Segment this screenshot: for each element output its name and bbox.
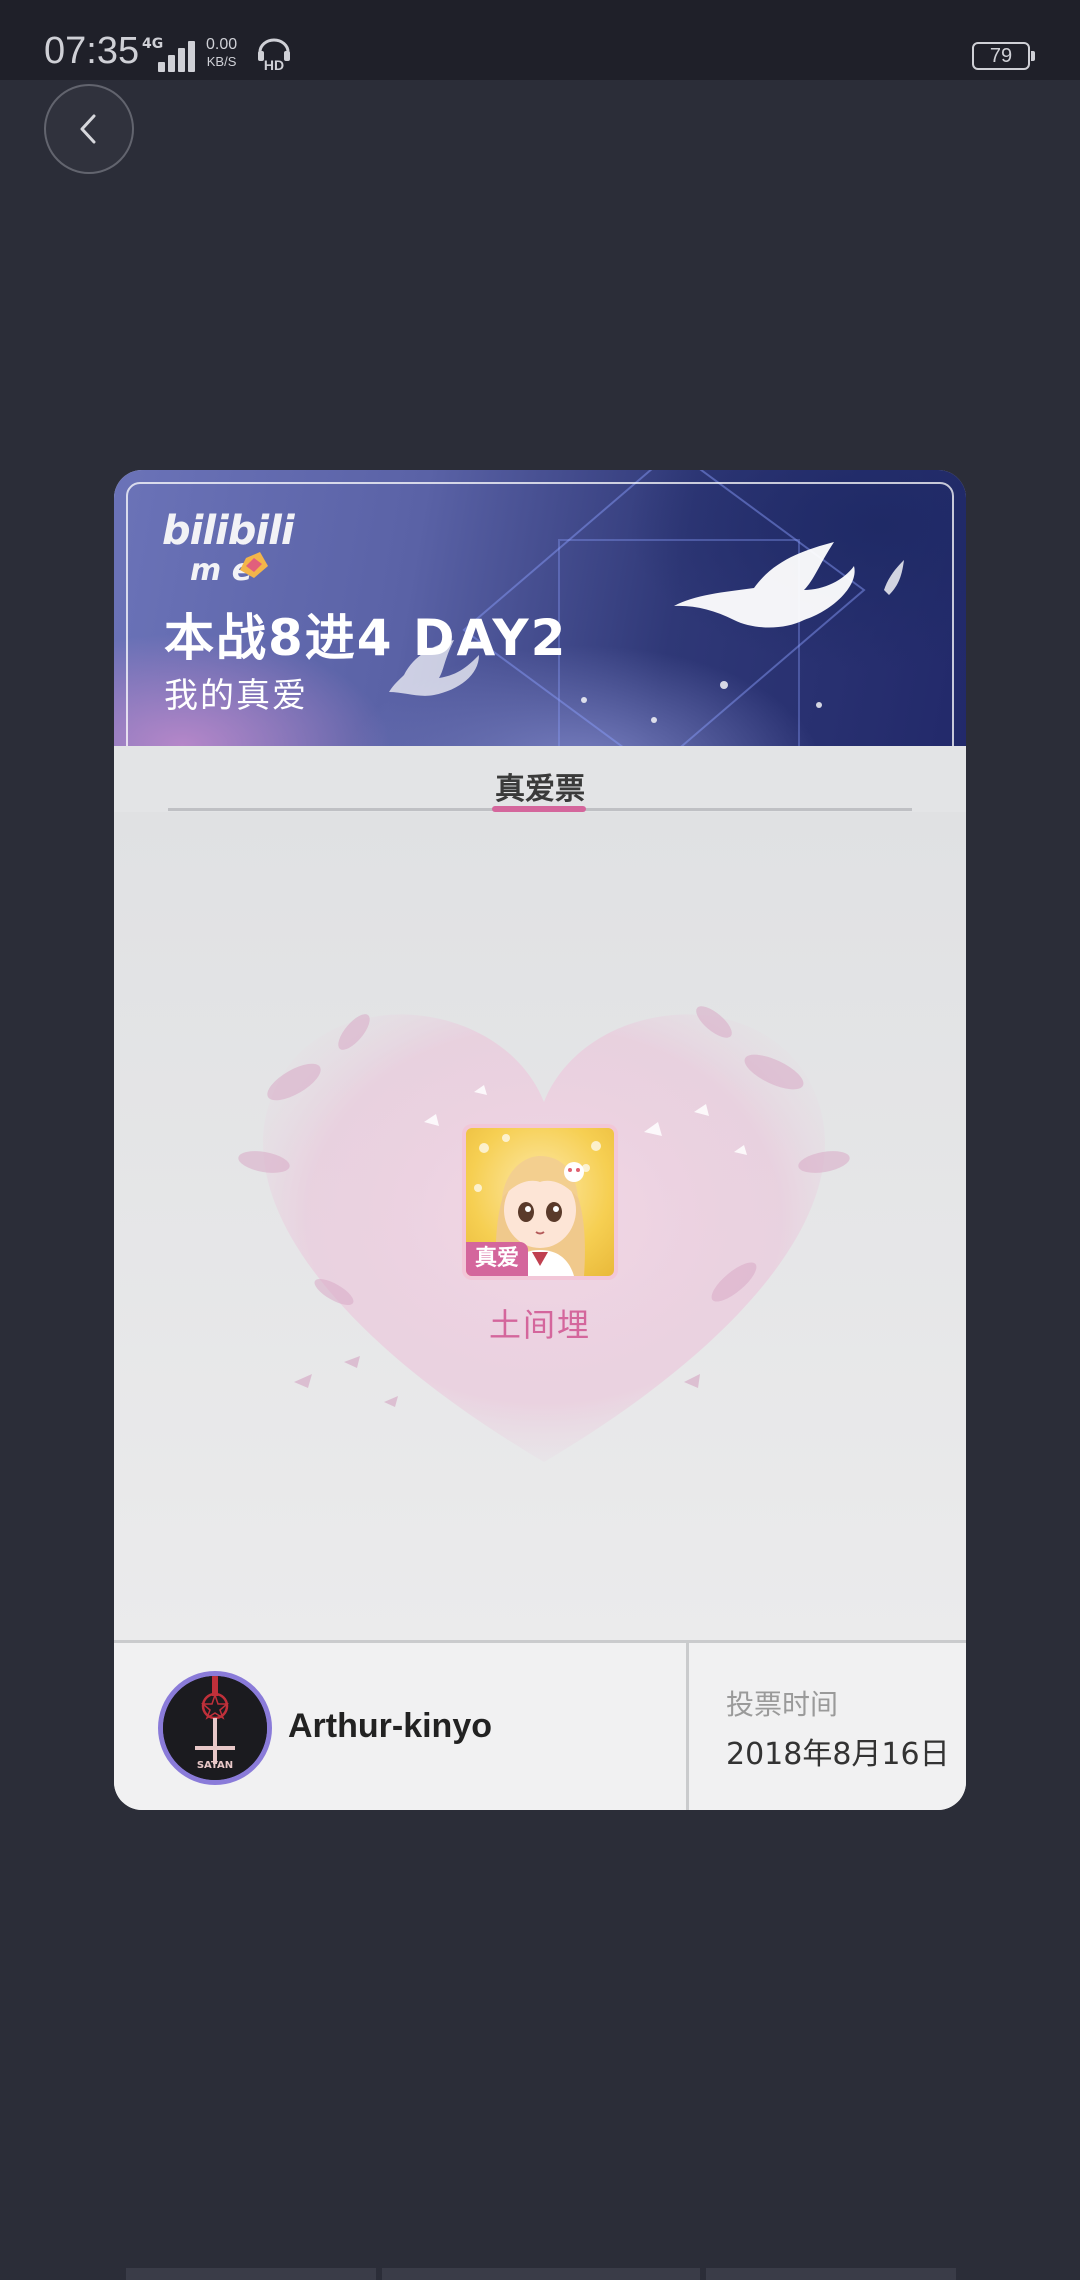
tab-true-love-vote[interactable]: 真爱票 xyxy=(114,764,966,808)
character-image: 真爱 xyxy=(466,1128,614,1276)
event-title: 本战8进4 DAY2 xyxy=(164,609,568,667)
vote-time-label: 投票时间 xyxy=(726,1688,839,1721)
chevron-left-icon xyxy=(80,114,96,144)
bottom-partial-item xyxy=(382,2268,700,2280)
svg-text:bilibili: bilibili xyxy=(162,508,296,554)
bottom-partial-item xyxy=(126,2268,376,2280)
character-name: 土间埋 xyxy=(488,1306,591,1344)
vote-card: bilibili m e 本战8进4 DAY2 我的真爱 真爱票 真爱 土间埋 … xyxy=(114,470,966,1810)
bottom-partial-item xyxy=(706,2268,956,2280)
footer-divider xyxy=(686,1643,689,1810)
character-avatar[interactable]: 真爱 xyxy=(462,1124,618,1280)
network-speed: 0.00 KB/S xyxy=(206,36,237,70)
back-button[interactable] xyxy=(44,84,134,174)
status-time: 07:35 xyxy=(44,30,140,72)
network-speed-unit: KB/S xyxy=(206,54,237,69)
true-love-badge: 真爱 xyxy=(466,1242,528,1276)
status-bar: 07:35 4G 0.00 KB/S HD 79 xyxy=(0,0,1080,80)
card-footer: SATAN Arthur-kinyo 投票时间 2018年8月16日 xyxy=(114,1640,966,1810)
username[interactable]: Arthur-kinyo xyxy=(288,1707,492,1746)
signal-icon xyxy=(158,38,198,72)
bilibili-moe-logo: bilibili m e xyxy=(162,508,297,588)
hd-voice-icon: HD xyxy=(258,38,290,72)
svg-text:SATAN: SATAN xyxy=(197,1760,233,1771)
vote-time-value: 2018年8月16日 xyxy=(726,1737,950,1772)
event-subtitle: 我的真爱 xyxy=(164,676,308,716)
network-speed-value: 0.00 xyxy=(206,36,238,53)
vote-content: 真爱 土间埋 xyxy=(114,812,966,1640)
satan-cross-avatar-icon: SATAN xyxy=(163,1676,267,1780)
svg-text:HD: HD xyxy=(264,57,284,72)
battery-indicator: 79 xyxy=(972,42,1035,70)
event-banner: bilibili m e 本战8进4 DAY2 我的真爱 xyxy=(114,470,966,782)
user-avatar[interactable]: SATAN xyxy=(158,1671,272,1785)
